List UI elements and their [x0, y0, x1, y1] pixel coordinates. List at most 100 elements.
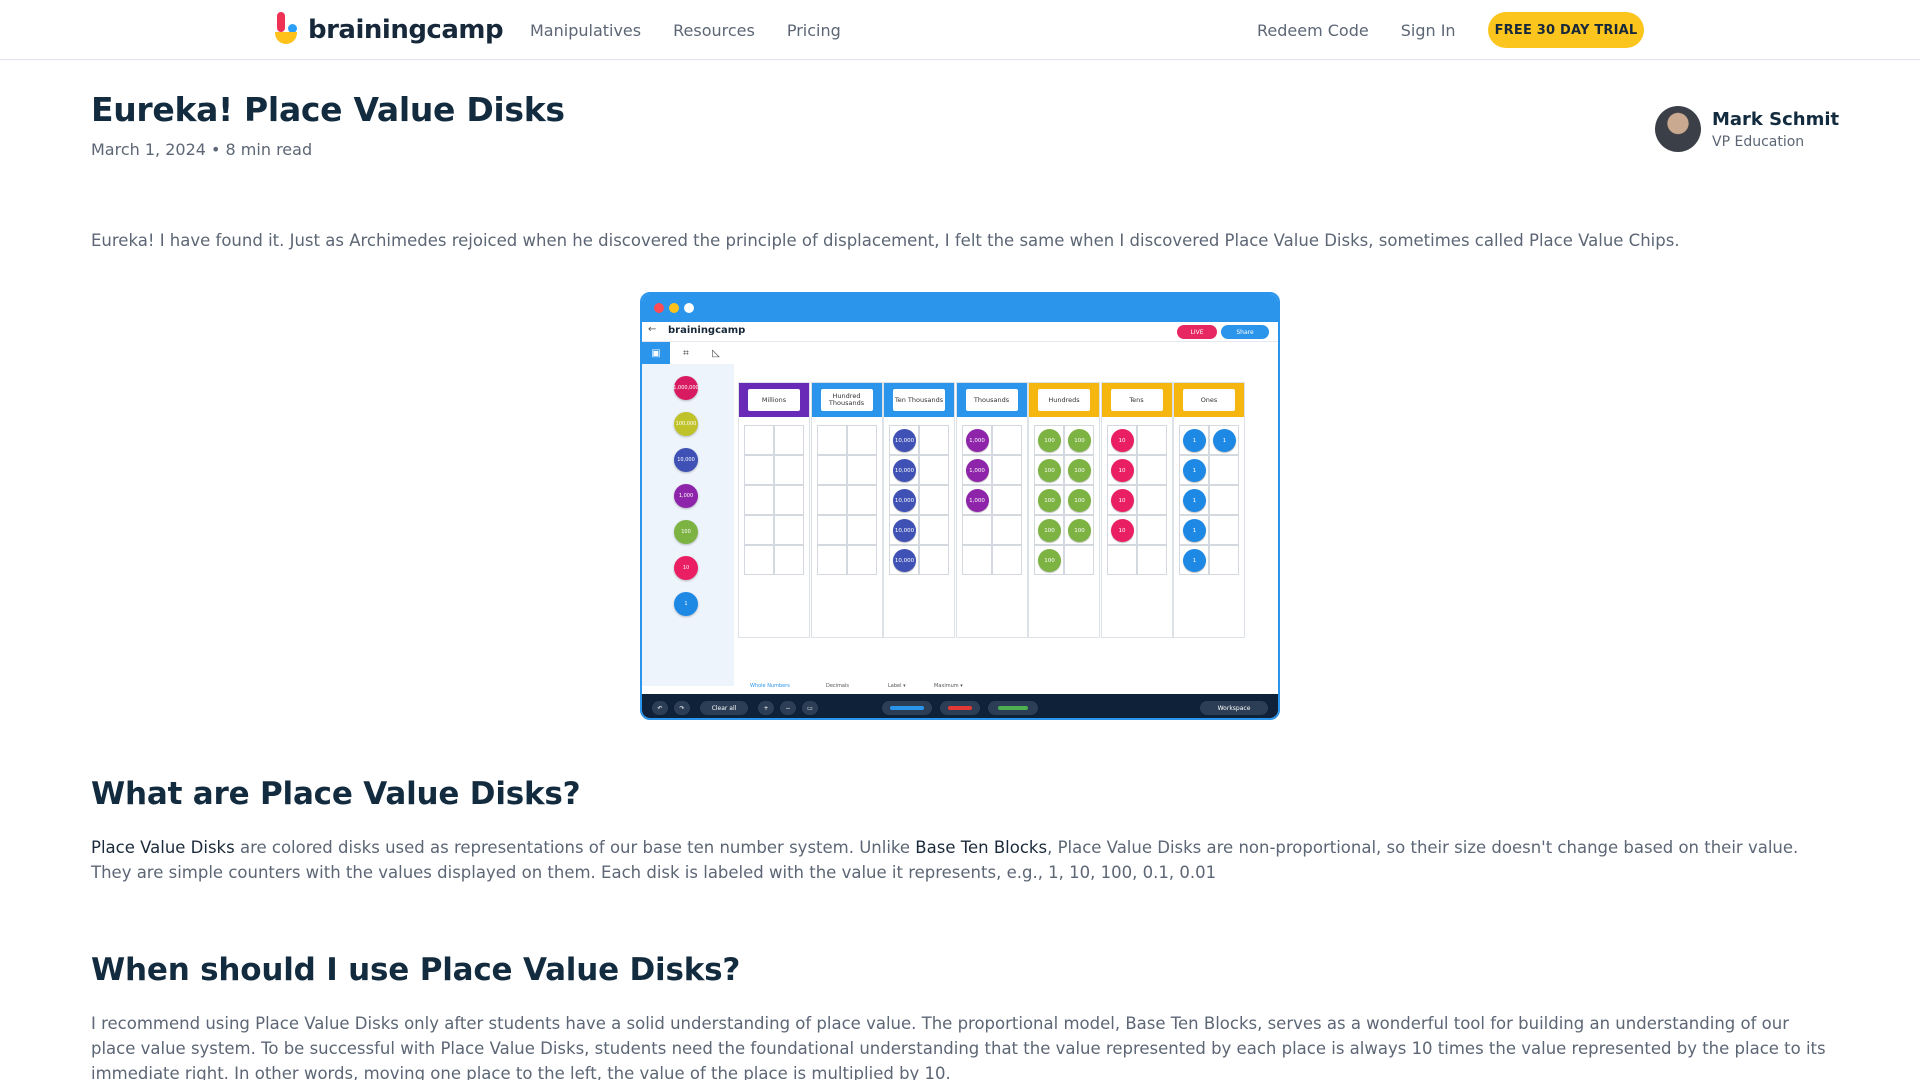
palette-disk: 1: [674, 592, 698, 616]
grid-cell: [744, 425, 774, 455]
place-column: Thousands 1,000 1,000 1,000: [955, 382, 1028, 638]
share-button: Share: [1221, 325, 1269, 339]
section-heading-what: What are Place Value Disks?: [91, 776, 581, 812]
place-value-disk: 10,000: [893, 549, 916, 572]
place-column: Ones 1 1 1 1 1 1: [1173, 382, 1245, 638]
grid-cell: [961, 515, 992, 545]
grid-cell: [816, 515, 847, 545]
author-card[interactable]: Mark Schmit VP Education: [1655, 106, 1839, 152]
palette-disk: 10,000: [674, 448, 698, 472]
grid-cell: [1136, 515, 1167, 545]
brand-name: brainingcamp: [308, 15, 504, 45]
disks-tool-icon: ▣: [642, 342, 670, 364]
grid-cell: [919, 485, 949, 515]
account-nav: Redeem Code Sign In: [1257, 0, 1488, 60]
grid-cell: [991, 485, 1022, 515]
close-dot-icon: [654, 303, 664, 313]
place-value-disks-link[interactable]: Place Value Disks: [91, 838, 235, 857]
paragraph-text: are colored disks used as representation…: [234, 838, 916, 857]
column-header: Ten Thousands: [884, 383, 954, 417]
nav-redeem-code[interactable]: Redeem Code: [1257, 21, 1369, 40]
author-name: Mark Schmit: [1712, 108, 1840, 130]
workspace-button: Workspace: [1200, 701, 1268, 715]
mode-bar: Whole Numbers Decimals Label ▾ Maximum ▾: [738, 680, 1278, 694]
grid-cell: [1136, 455, 1167, 485]
zoom-out-icon: −: [780, 701, 796, 715]
mode-decimals: Decimals: [826, 683, 849, 689]
place-value-disk: 10,000: [893, 519, 916, 542]
place-column: Millions: [738, 382, 810, 638]
place-value-disk: 100: [1068, 489, 1091, 512]
disk-grid: 10,000 10,000 10,000 10,000 10,000: [889, 425, 949, 575]
grid-cell: [991, 425, 1022, 455]
grid-cell: [846, 545, 877, 575]
app-logo: brainingcamp: [668, 325, 746, 336]
column-header: Thousands: [956, 383, 1027, 417]
grid-cell: [1136, 485, 1167, 515]
column-label: Tens: [1110, 389, 1163, 411]
site-header: brainingcamp Manipulatives Resources Pri…: [0, 0, 1920, 60]
grid-cell: [744, 515, 774, 545]
disk-grid: 100 100 100 100 100 100 100 100 100: [1034, 425, 1094, 575]
palette-disk: 1,000: [674, 484, 698, 508]
place-value-disk: 1: [1213, 429, 1236, 452]
avatar: [1655, 106, 1701, 152]
grid-cell: [774, 485, 804, 515]
column-header: Hundred Thousands: [811, 383, 882, 417]
app-bottom-bar: ↶ ↷ Clear all + − ▭ Workspace: [642, 694, 1278, 718]
grid-cell: [919, 545, 949, 575]
tool-tabs: ▣ ⌗ ◺: [642, 342, 732, 364]
place-column: Hundreds 100 100 100 100 100 100 100 100 100: [1028, 382, 1100, 638]
place-value-disk: 10,000: [893, 459, 916, 482]
pen-red-icon: [940, 701, 980, 715]
live-button: LIVE: [1177, 325, 1217, 339]
base-ten-blocks-link[interactable]: Base Ten Blocks: [915, 838, 1047, 857]
place-column: Hundred Thousands: [810, 382, 883, 638]
place-value-disk: 100: [1038, 429, 1061, 452]
column-label: Ones: [1183, 389, 1235, 411]
place-value-disk: 1: [1183, 549, 1206, 572]
grid-cell: [991, 455, 1022, 485]
place-value-disk: 100: [1038, 549, 1061, 572]
place-column: Tens 10 10 10 10: [1100, 382, 1173, 638]
nav-resources[interactable]: Resources: [673, 21, 755, 40]
place-value-disk: 1: [1183, 489, 1206, 512]
column-header: Tens: [1101, 383, 1172, 417]
grid-cell: [1209, 545, 1239, 575]
place-value-disk: 10: [1110, 489, 1134, 512]
grid-cell: [961, 545, 992, 575]
clear-all-button: Clear all: [700, 701, 748, 715]
free-trial-button[interactable]: FREE 30 DAY TRIAL: [1488, 12, 1644, 48]
intro-paragraph: Eureka! I have found it. Just as Archime…: [91, 231, 1680, 250]
grid-cell: [744, 545, 774, 575]
place-value-disk: 10: [1110, 459, 1134, 482]
grid-cell: [816, 455, 847, 485]
nav-manipulatives[interactable]: Manipulatives: [530, 21, 641, 40]
grid-cell: [744, 485, 774, 515]
grid-cell: [774, 425, 804, 455]
maximum-dropdown: Maximum ▾: [934, 683, 963, 689]
column-label: Millions: [748, 389, 800, 411]
grid-cell: [774, 455, 804, 485]
grid-cell: [991, 515, 1022, 545]
disk-grid: 1,000 1,000 1,000: [961, 425, 1022, 575]
grid-cell: [846, 425, 877, 455]
screen-icon: ▭: [802, 701, 818, 715]
logo-icon: [274, 12, 300, 48]
grid-cell: [1136, 545, 1167, 575]
grid-cell: [991, 545, 1022, 575]
nav-sign-in[interactable]: Sign In: [1401, 21, 1456, 40]
place-value-chart: Millions Hundred Thousands Ten Thousands 10…: [738, 382, 1246, 638]
grid-cell: [1064, 545, 1094, 575]
nav-pricing[interactable]: Pricing: [787, 21, 841, 40]
brand-logo[interactable]: brainingcamp: [274, 12, 504, 48]
grid-cell: [744, 455, 774, 485]
place-value-disk: 1,000: [965, 429, 989, 452]
disk-grid: 111111: [1179, 425, 1239, 575]
section-paragraph-when: I recommend using Place Value Disks only…: [91, 1014, 1826, 1080]
place-value-disk: 100: [1038, 489, 1061, 512]
grid-cell: [774, 545, 804, 575]
disk-palette: 1,000,000 100,000 10,000 1,000 100 10 1: [642, 364, 734, 686]
app-screenshot: ← brainingcamp LIVE Share ▣ ⌗ ◺ 1,000,00…: [640, 292, 1280, 720]
column-header: Hundreds: [1029, 383, 1099, 417]
